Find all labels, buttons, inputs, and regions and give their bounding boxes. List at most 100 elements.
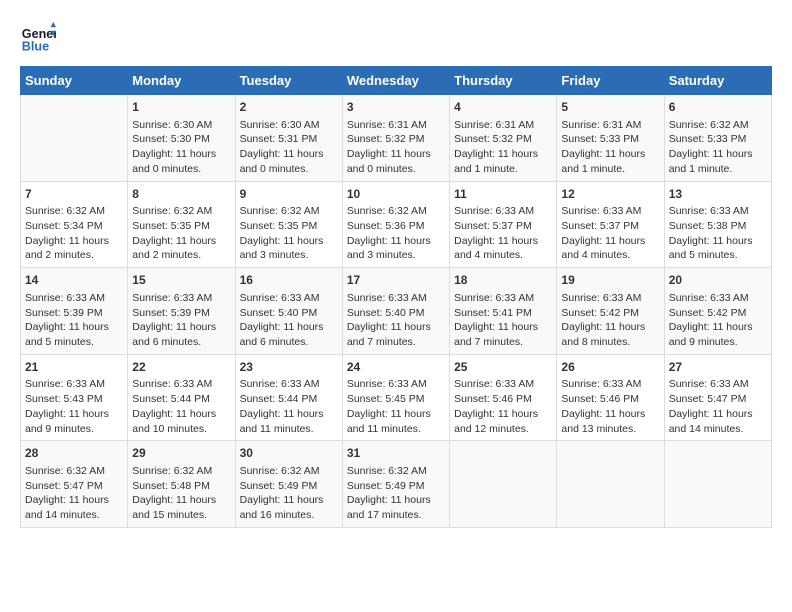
calendar-cell: [450, 441, 557, 528]
calendar-cell: 2 Sunrise: 6:30 AM Sunset: 5:31 PM Daylig…: [235, 95, 342, 182]
col-header-friday: Friday: [557, 67, 664, 95]
day-content: Sunrise: 6:33 AM Sunset: 5:45 PM Dayligh…: [347, 377, 445, 436]
day-content: Sunrise: 6:33 AM Sunset: 5:39 PM Dayligh…: [132, 291, 230, 350]
day-content: Sunrise: 6:33 AM Sunset: 5:43 PM Dayligh…: [25, 377, 123, 436]
calendar-cell: [557, 441, 664, 528]
day-number: 17: [347, 272, 445, 289]
calendar-week-4: 21Sunrise: 6:33 AM Sunset: 5:43 PM Dayli…: [21, 354, 772, 441]
col-header-saturday: Saturday: [664, 67, 771, 95]
day-content: Sunrise: 6:33 AM Sunset: 5:46 PM Dayligh…: [454, 377, 552, 436]
day-content: Sunrise: 6:32 AM Sunset: 5:49 PM Dayligh…: [240, 464, 338, 523]
col-header-wednesday: Wednesday: [342, 67, 449, 95]
day-content: Sunrise: 6:33 AM Sunset: 5:47 PM Dayligh…: [669, 377, 767, 436]
calendar-cell: 28 Sunrise: 6:32 AM Sunset: 5:47 PM Dayli…: [21, 441, 128, 528]
day-content: Sunrise: 6:33 AM Sunset: 5:44 PM Dayligh…: [132, 377, 230, 436]
day-number: 24: [347, 359, 445, 376]
logo-icon: General Blue: [20, 20, 56, 56]
day-number: 13: [669, 186, 767, 203]
day-number: 10: [347, 186, 445, 203]
day-number: 22: [132, 359, 230, 376]
calendar-cell: 26Sunrise: 6:33 AM Sunset: 5:46 PM Dayli…: [557, 354, 664, 441]
calendar-cell: 1 Sunrise: 6:30 AM Sunset: 5:30 PM Daylig…: [128, 95, 235, 182]
col-header-tuesday: Tuesday: [235, 67, 342, 95]
calendar-cell: 11Sunrise: 6:33 AM Sunset: 5:37 PM Dayli…: [450, 181, 557, 268]
day-number: 21: [25, 359, 123, 376]
day-content: Sunrise: 6:32 AM Sunset: 5:49 PM Dayligh…: [347, 464, 445, 523]
day-number: 31: [347, 445, 445, 462]
calendar-cell: 31 Sunrise: 6:32 AM Sunset: 5:49 PM Dayli…: [342, 441, 449, 528]
calendar-week-1: 1 Sunrise: 6:30 AM Sunset: 5:30 PM Daylig…: [21, 95, 772, 182]
day-number: 19: [561, 272, 659, 289]
day-content: Sunrise: 6:30 AM Sunset: 5:31 PM Dayligh…: [240, 118, 338, 177]
day-content: Sunrise: 6:31 AM Sunset: 5:32 PM Dayligh…: [347, 118, 445, 177]
calendar-cell: 21Sunrise: 6:33 AM Sunset: 5:43 PM Dayli…: [21, 354, 128, 441]
day-number: 26: [561, 359, 659, 376]
day-content: Sunrise: 6:32 AM Sunset: 5:35 PM Dayligh…: [240, 204, 338, 263]
calendar-cell: 8Sunrise: 6:32 AM Sunset: 5:35 PM Daylig…: [128, 181, 235, 268]
col-header-thursday: Thursday: [450, 67, 557, 95]
day-number: 20: [669, 272, 767, 289]
calendar-cell: 22Sunrise: 6:33 AM Sunset: 5:44 PM Dayli…: [128, 354, 235, 441]
day-content: Sunrise: 6:30 AM Sunset: 5:30 PM Dayligh…: [132, 118, 230, 177]
calendar-cell: 5Sunrise: 6:31 AM Sunset: 5:33 PM Daylig…: [557, 95, 664, 182]
day-number: 23: [240, 359, 338, 376]
day-number: 14: [25, 272, 123, 289]
calendar-cell: 16 Sunrise: 6:33 AM Sunset: 5:40 PM Dayli…: [235, 268, 342, 355]
day-number: 25: [454, 359, 552, 376]
calendar-cell: 14 Sunrise: 6:33 AM Sunset: 5:39 PM Dayli…: [21, 268, 128, 355]
calendar-cell: 20Sunrise: 6:33 AM Sunset: 5:42 PM Dayli…: [664, 268, 771, 355]
day-number: 12: [561, 186, 659, 203]
day-content: Sunrise: 6:32 AM Sunset: 5:47 PM Dayligh…: [25, 464, 123, 523]
svg-text:Blue: Blue: [22, 40, 49, 54]
day-number: 5: [561, 99, 659, 116]
calendar-cell: 4 Sunrise: 6:31 AM Sunset: 5:32 PM Daylig…: [450, 95, 557, 182]
day-number: 28: [25, 445, 123, 462]
day-number: 30: [240, 445, 338, 462]
calendar-header-row: SundayMondayTuesdayWednesdayThursdayFrid…: [21, 67, 772, 95]
calendar-cell: 18Sunrise: 6:33 AM Sunset: 5:41 PM Dayli…: [450, 268, 557, 355]
calendar-cell: 7Sunrise: 6:32 AM Sunset: 5:34 PM Daylig…: [21, 181, 128, 268]
day-number: 7: [25, 186, 123, 203]
day-content: Sunrise: 6:33 AM Sunset: 5:44 PM Dayligh…: [240, 377, 338, 436]
day-number: 1: [132, 99, 230, 116]
day-content: Sunrise: 6:33 AM Sunset: 5:38 PM Dayligh…: [669, 204, 767, 263]
logo: General Blue: [20, 20, 60, 56]
day-number: 11: [454, 186, 552, 203]
day-content: Sunrise: 6:32 AM Sunset: 5:33 PM Dayligh…: [669, 118, 767, 177]
day-number: 6: [669, 99, 767, 116]
col-header-sunday: Sunday: [21, 67, 128, 95]
day-content: Sunrise: 6:32 AM Sunset: 5:48 PM Dayligh…: [132, 464, 230, 523]
day-number: 27: [669, 359, 767, 376]
day-content: Sunrise: 6:33 AM Sunset: 5:40 PM Dayligh…: [240, 291, 338, 350]
calendar-cell: 17 Sunrise: 6:33 AM Sunset: 5:40 PM Dayli…: [342, 268, 449, 355]
day-number: 16: [240, 272, 338, 289]
calendar-table: SundayMondayTuesdayWednesdayThursdayFrid…: [20, 66, 772, 528]
day-content: Sunrise: 6:33 AM Sunset: 5:40 PM Dayligh…: [347, 291, 445, 350]
day-number: 18: [454, 272, 552, 289]
day-content: Sunrise: 6:33 AM Sunset: 5:37 PM Dayligh…: [561, 204, 659, 263]
calendar-cell: 13Sunrise: 6:33 AM Sunset: 5:38 PM Dayli…: [664, 181, 771, 268]
day-number: 2: [240, 99, 338, 116]
calendar-cell: 12Sunrise: 6:33 AM Sunset: 5:37 PM Dayli…: [557, 181, 664, 268]
day-content: Sunrise: 6:32 AM Sunset: 5:34 PM Dayligh…: [25, 204, 123, 263]
day-number: 4: [454, 99, 552, 116]
calendar-cell: 30 Sunrise: 6:32 AM Sunset: 5:49 PM Dayli…: [235, 441, 342, 528]
day-number: 3: [347, 99, 445, 116]
calendar-cell: 10Sunrise: 6:32 AM Sunset: 5:36 PM Dayli…: [342, 181, 449, 268]
day-number: 8: [132, 186, 230, 203]
day-content: Sunrise: 6:33 AM Sunset: 5:37 PM Dayligh…: [454, 204, 552, 263]
day-content: Sunrise: 6:33 AM Sunset: 5:46 PM Dayligh…: [561, 377, 659, 436]
day-number: 9: [240, 186, 338, 203]
calendar-cell: [664, 441, 771, 528]
calendar-week-5: 28 Sunrise: 6:32 AM Sunset: 5:47 PM Dayli…: [21, 441, 772, 528]
day-number: 29: [132, 445, 230, 462]
calendar-cell: 6 Sunrise: 6:32 AM Sunset: 5:33 PM Daylig…: [664, 95, 771, 182]
day-content: Sunrise: 6:31 AM Sunset: 5:32 PM Dayligh…: [454, 118, 552, 177]
calendar-week-2: 7Sunrise: 6:32 AM Sunset: 5:34 PM Daylig…: [21, 181, 772, 268]
calendar-cell: 29 Sunrise: 6:32 AM Sunset: 5:48 PM Dayli…: [128, 441, 235, 528]
calendar-cell: 27Sunrise: 6:33 AM Sunset: 5:47 PM Dayli…: [664, 354, 771, 441]
calendar-cell: [21, 95, 128, 182]
calendar-cell: 19Sunrise: 6:33 AM Sunset: 5:42 PM Dayli…: [557, 268, 664, 355]
day-content: Sunrise: 6:32 AM Sunset: 5:35 PM Dayligh…: [132, 204, 230, 263]
day-content: Sunrise: 6:33 AM Sunset: 5:39 PM Dayligh…: [25, 291, 123, 350]
